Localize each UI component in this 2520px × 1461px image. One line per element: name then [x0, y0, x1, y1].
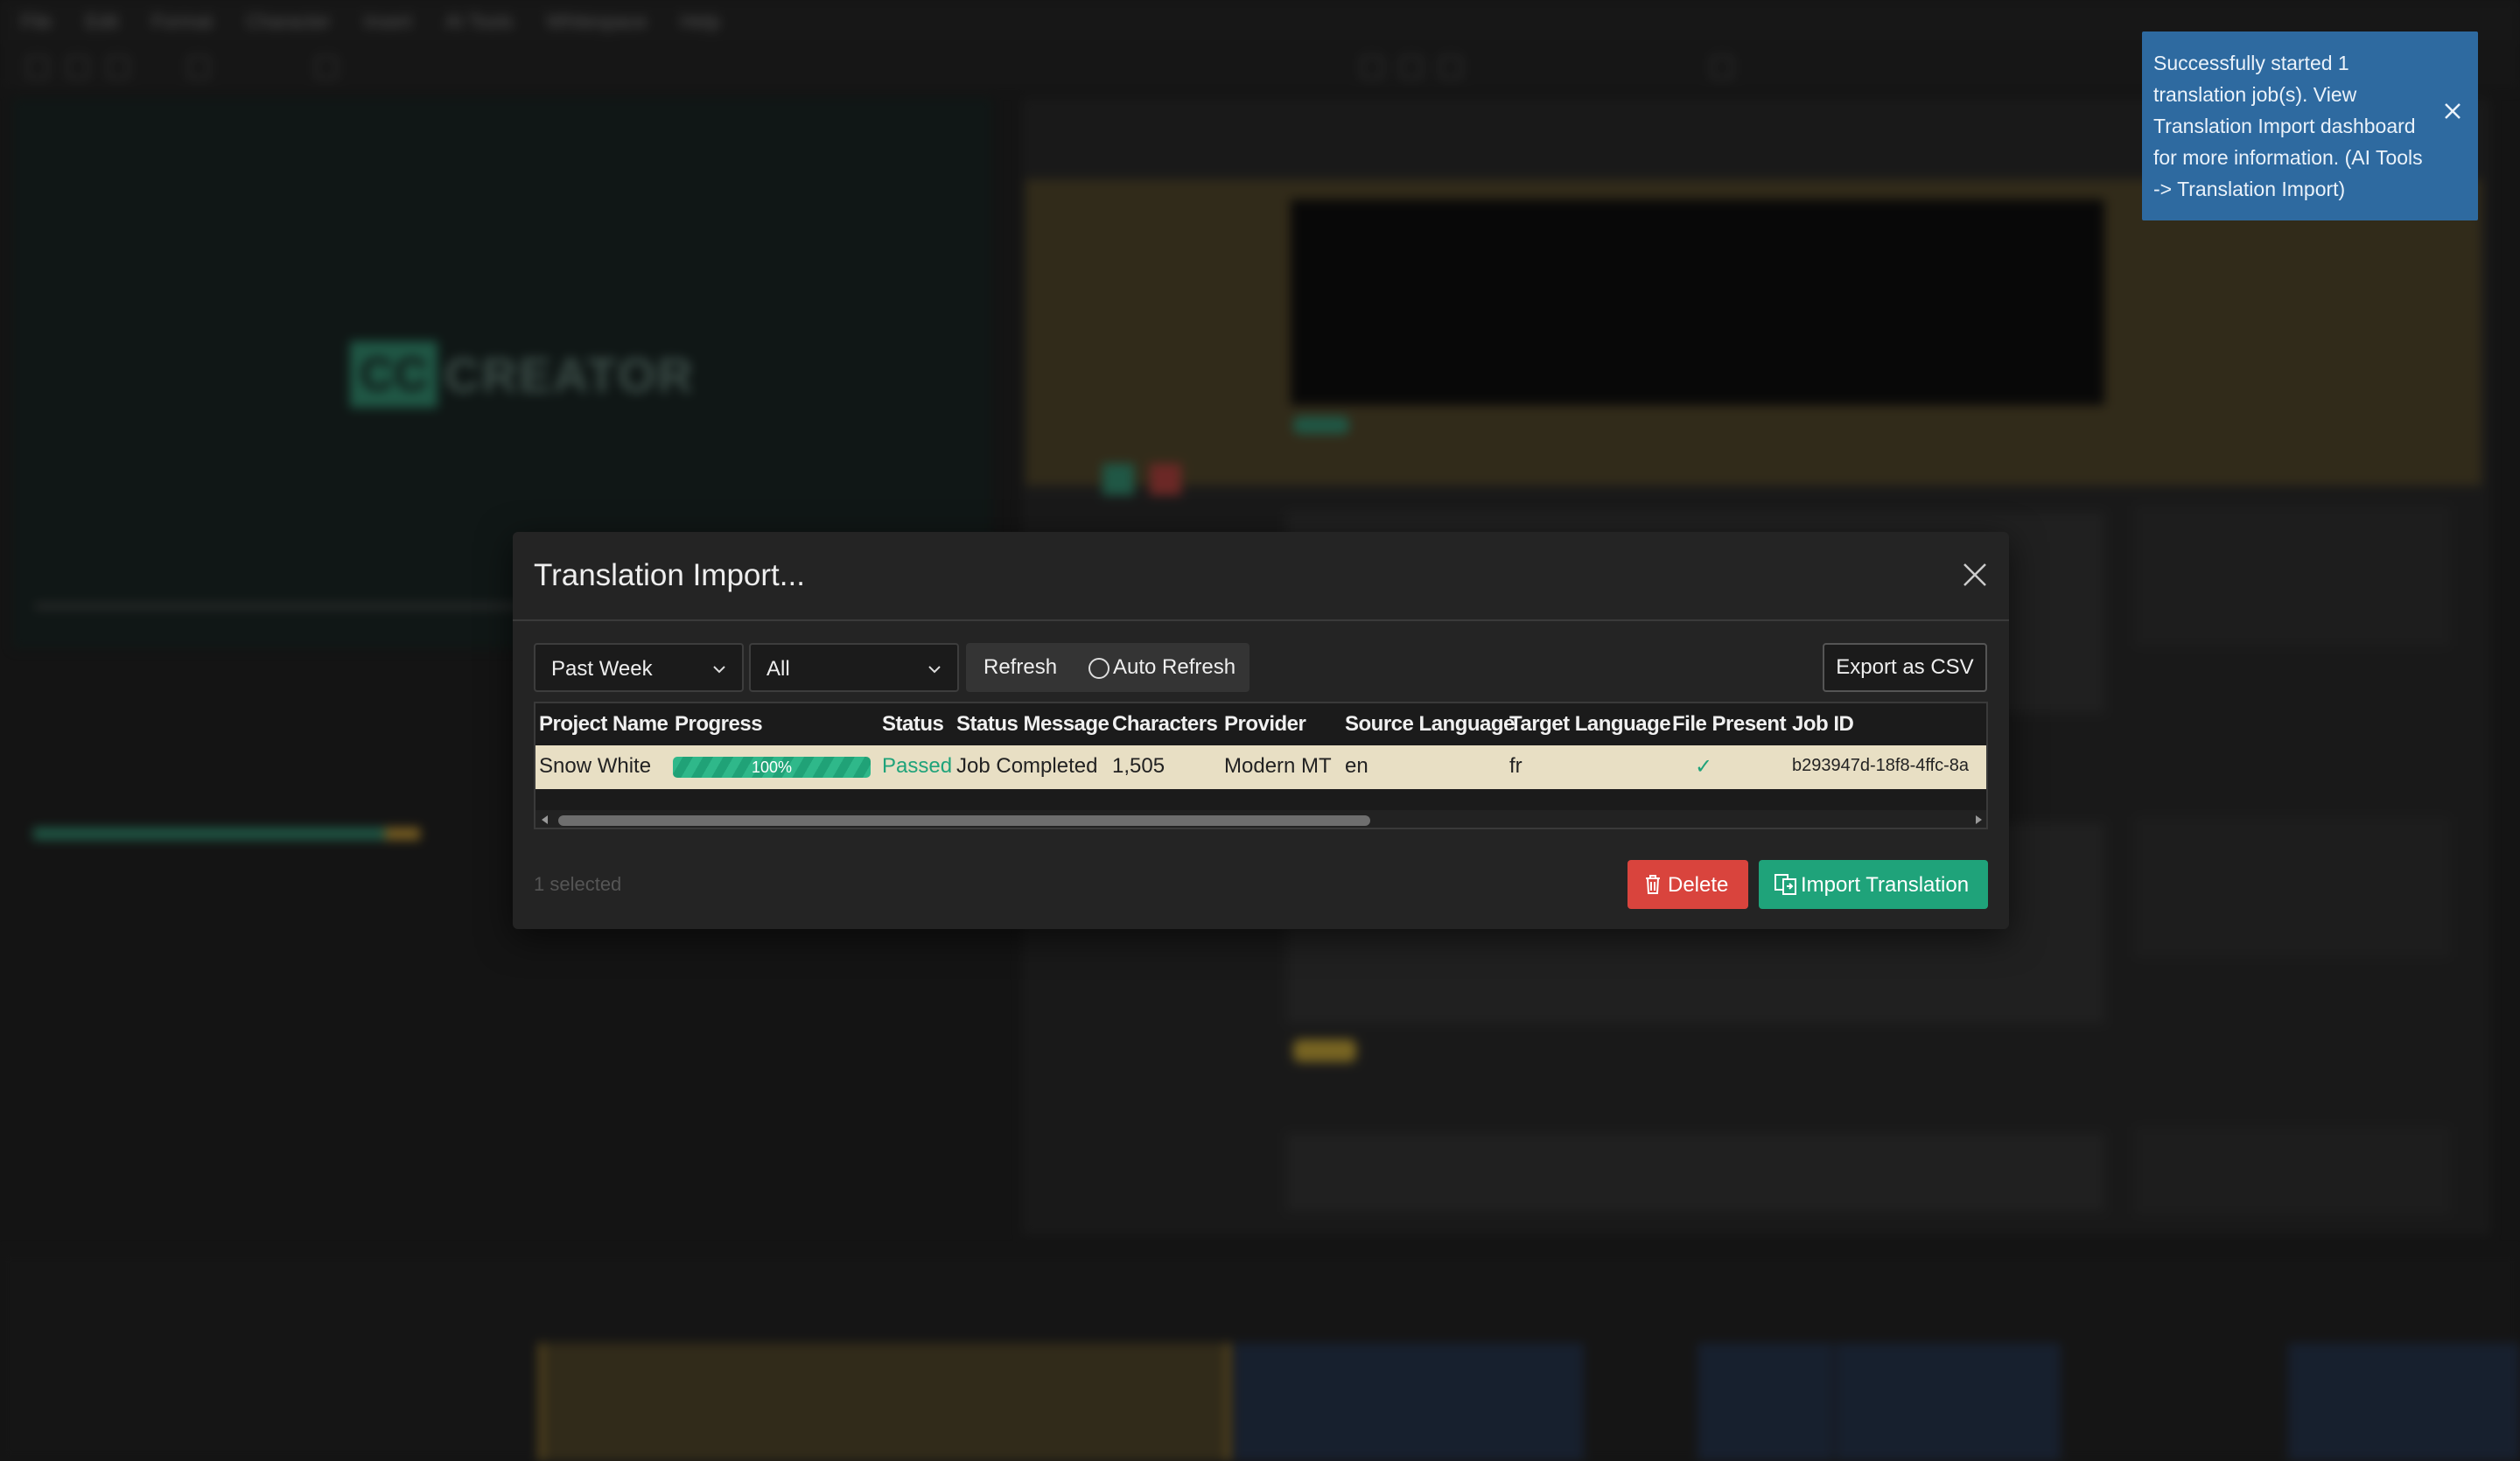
- dialog-title: Translation Import...: [534, 558, 805, 592]
- scroll-right-icon[interactable]: [1972, 814, 1984, 826]
- delete-button[interactable]: Delete: [1628, 860, 1748, 909]
- status-badge: [1293, 1039, 1356, 1062]
- notification-toast: Successfully started 1 translation job(s…: [2142, 31, 2478, 220]
- translation-import-dialog: Translation Import... Past Week All Refr…: [513, 532, 2009, 929]
- toolbar-icon[interactable]: [1400, 56, 1423, 79]
- cell-status: Passed: [882, 754, 953, 778]
- cell-status-message: Job Completed: [956, 754, 1098, 778]
- auto-refresh-radio[interactable]: [1088, 658, 1110, 679]
- cell-source-language: en: [1345, 754, 1368, 778]
- toolbar-icon[interactable]: [66, 56, 89, 79]
- import-translation-button[interactable]: Import Translation: [1759, 860, 1988, 909]
- progress-strip-marker: [385, 828, 420, 840]
- event-text-area[interactable]: [1286, 1133, 2104, 1212]
- toolbar-icon[interactable]: [315, 56, 338, 79]
- date-range-select[interactable]: Past Week: [534, 643, 744, 692]
- export-csv-button[interactable]: Export as CSV: [1823, 643, 1987, 692]
- menu-help[interactable]: Help: [681, 10, 720, 33]
- side-settings-card: [2135, 506, 2450, 646]
- menu-ai-tools[interactable]: AI Tools: [445, 10, 514, 33]
- progress-bar: 100%: [673, 757, 871, 778]
- event-text-area[interactable]: [1291, 199, 2104, 405]
- menu-format[interactable]: Format: [151, 10, 213, 33]
- timeline-segment[interactable]: [2288, 1343, 2520, 1461]
- close-icon[interactable]: [1962, 562, 1988, 588]
- column-header[interactable]: Provider: [1224, 712, 1306, 737]
- chevron-down-icon: [713, 666, 725, 674]
- scroll-left-icon[interactable]: [539, 814, 551, 826]
- delete-label: Delete: [1668, 873, 1729, 897]
- selection-count: 1 selected: [534, 873, 622, 895]
- logo-mark: CC: [350, 341, 438, 408]
- refresh-group: Refresh Auto Refresh: [966, 643, 1250, 692]
- column-header[interactable]: Status Message: [956, 712, 1110, 737]
- timeline-segment[interactable]: [1938, 1343, 2061, 1461]
- horizontal-scrollbar[interactable]: [536, 810, 1986, 828]
- menu-character[interactable]: Character: [246, 10, 331, 33]
- cell-characters: 1,505: [1112, 754, 1166, 778]
- scrollbar-thumb[interactable]: [558, 815, 1370, 826]
- progress-label: 100%: [751, 758, 793, 776]
- cell-project-name: Snow White: [539, 754, 652, 778]
- check-icon: ✓: [1695, 755, 1713, 779]
- column-header[interactable]: Target Language: [1509, 712, 1671, 737]
- toolbar-icon[interactable]: [1439, 56, 1462, 79]
- menu-edit[interactable]: Edit: [85, 10, 118, 33]
- toolbar-icon[interactable]: [187, 56, 210, 79]
- column-header[interactable]: Status: [882, 712, 944, 737]
- side-settings-card: [2135, 1127, 2450, 1214]
- column-header[interactable]: Characters: [1112, 712, 1218, 737]
- progress-strip: [33, 828, 418, 840]
- auto-refresh-label[interactable]: Auto Refresh: [1113, 655, 1236, 680]
- toast-message: Successfully started 1 translation job(s…: [2153, 52, 2423, 200]
- timeline-segment[interactable]: [1234, 1343, 1584, 1461]
- import-label: Import Translation: [1801, 873, 1970, 897]
- status-filter-select[interactable]: All: [749, 643, 959, 692]
- column-header[interactable]: Source Language: [1345, 712, 1515, 737]
- date-range-value: Past Week: [551, 657, 653, 681]
- column-header[interactable]: Job ID: [1792, 712, 1854, 737]
- import-icon: [1774, 874, 1796, 895]
- dialog-divider: [513, 619, 2009, 621]
- toolbar-icon[interactable]: [107, 56, 130, 79]
- toolbar-icon[interactable]: [26, 56, 49, 79]
- status-badge: [1293, 416, 1349, 434]
- cell-provider: Modern MT: [1224, 754, 1332, 778]
- menu-insert[interactable]: Insert: [364, 10, 412, 33]
- timeline-segment[interactable]: [1698, 1343, 1833, 1461]
- translation-jobs-table: Project Name Progress Status Status Mess…: [534, 702, 1988, 829]
- cell-target-language: fr: [1509, 754, 1522, 778]
- table-row[interactable]: Snow White 100% Passed Job Completed 1,5…: [536, 745, 1986, 789]
- column-header[interactable]: Progress: [675, 712, 763, 737]
- approve-button[interactable]: [1102, 464, 1134, 495]
- app-logo: CC CREATOR: [350, 341, 693, 408]
- trash-icon: [1646, 875, 1660, 894]
- refresh-button[interactable]: Refresh: [984, 655, 1057, 680]
- cell-job-id: b293947d-18f8-4ffc-8a: [1792, 756, 1970, 775]
- menu-file[interactable]: File: [21, 10, 52, 33]
- close-icon[interactable]: [2441, 100, 2464, 122]
- chevron-down-icon: [928, 666, 941, 674]
- column-header[interactable]: Project Name: [539, 712, 668, 737]
- menu-whitespace[interactable]: Whitespace: [547, 10, 648, 33]
- toolbar-icon[interactable]: [1711, 56, 1733, 79]
- status-filter-value: All: [766, 657, 790, 681]
- reject-button[interactable]: [1150, 464, 1181, 495]
- timeline-segment[interactable]: [539, 1343, 1230, 1461]
- timeline-segment[interactable]: [1836, 1343, 1945, 1461]
- toolbar-icon[interactable]: [1361, 56, 1383, 79]
- side-settings-card: [2135, 817, 2450, 957]
- logo-word: CREATOR: [444, 347, 695, 402]
- column-header[interactable]: File Present: [1672, 712, 1787, 737]
